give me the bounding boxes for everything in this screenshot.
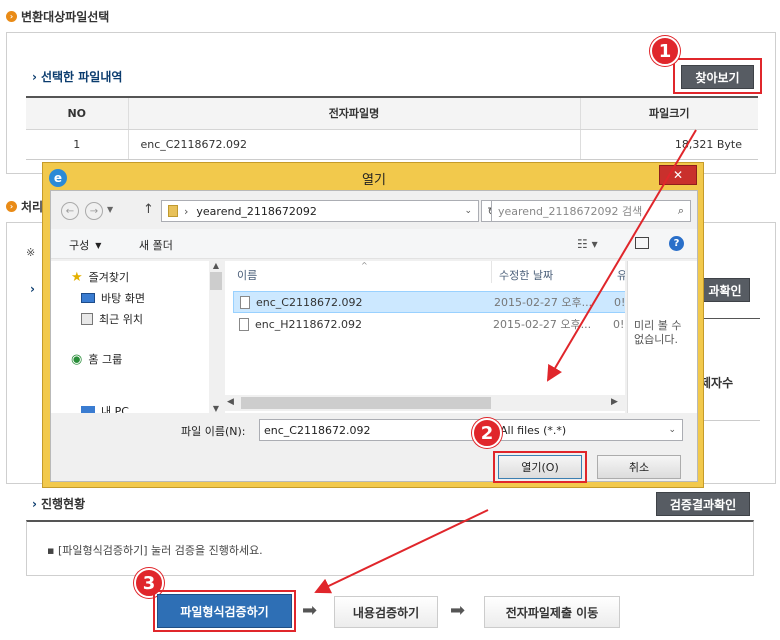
arrow-1-to-open (546, 129, 697, 382)
annotation-arrows (314, 129, 697, 594)
arrow-2-to-verify (314, 509, 489, 594)
